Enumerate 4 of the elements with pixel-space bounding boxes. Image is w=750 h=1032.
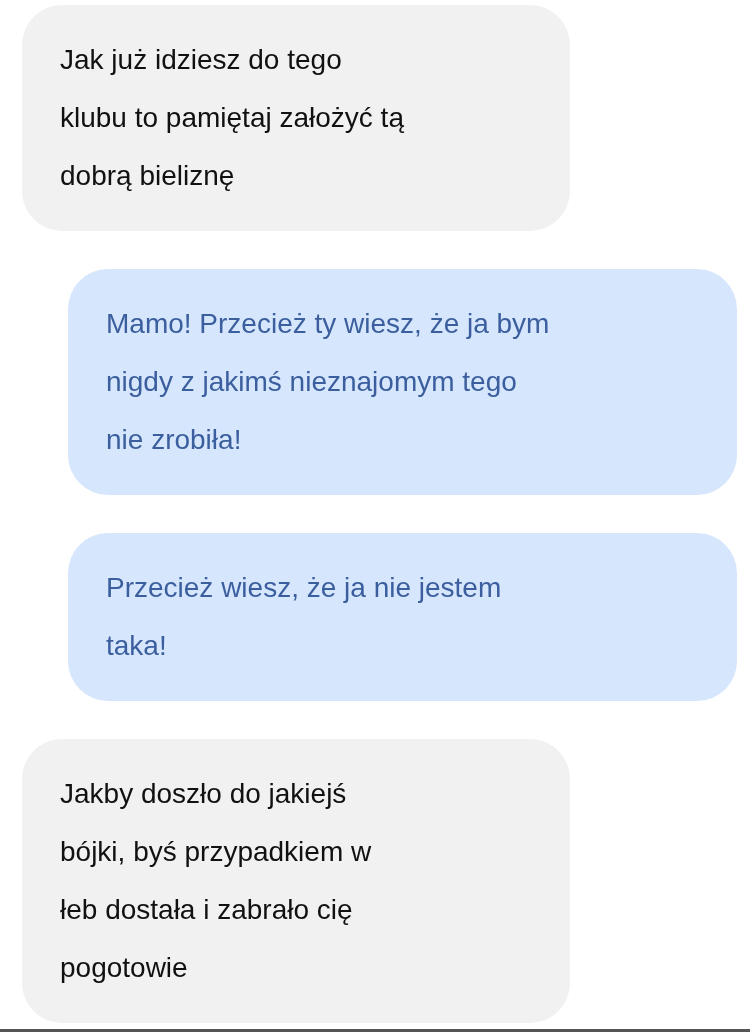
message-text: Jak już idziesz do tego klubu to pamiętaj założyć tą dobrą bieliznę: [60, 43, 405, 193]
message-text: Przecież wiesz, że ja nie jestem taka!: [106, 571, 503, 663]
message-text: Mamo! Przecież ty wiesz, że ja bym nigdy z jakimś nieznajomym tego nie zrobiła!: [106, 307, 551, 457]
message-text: Jakby doszło do jakiejś bójki, byś przypadkiem w łeb dostała i zabrało cię pogotowie: [60, 777, 373, 985]
